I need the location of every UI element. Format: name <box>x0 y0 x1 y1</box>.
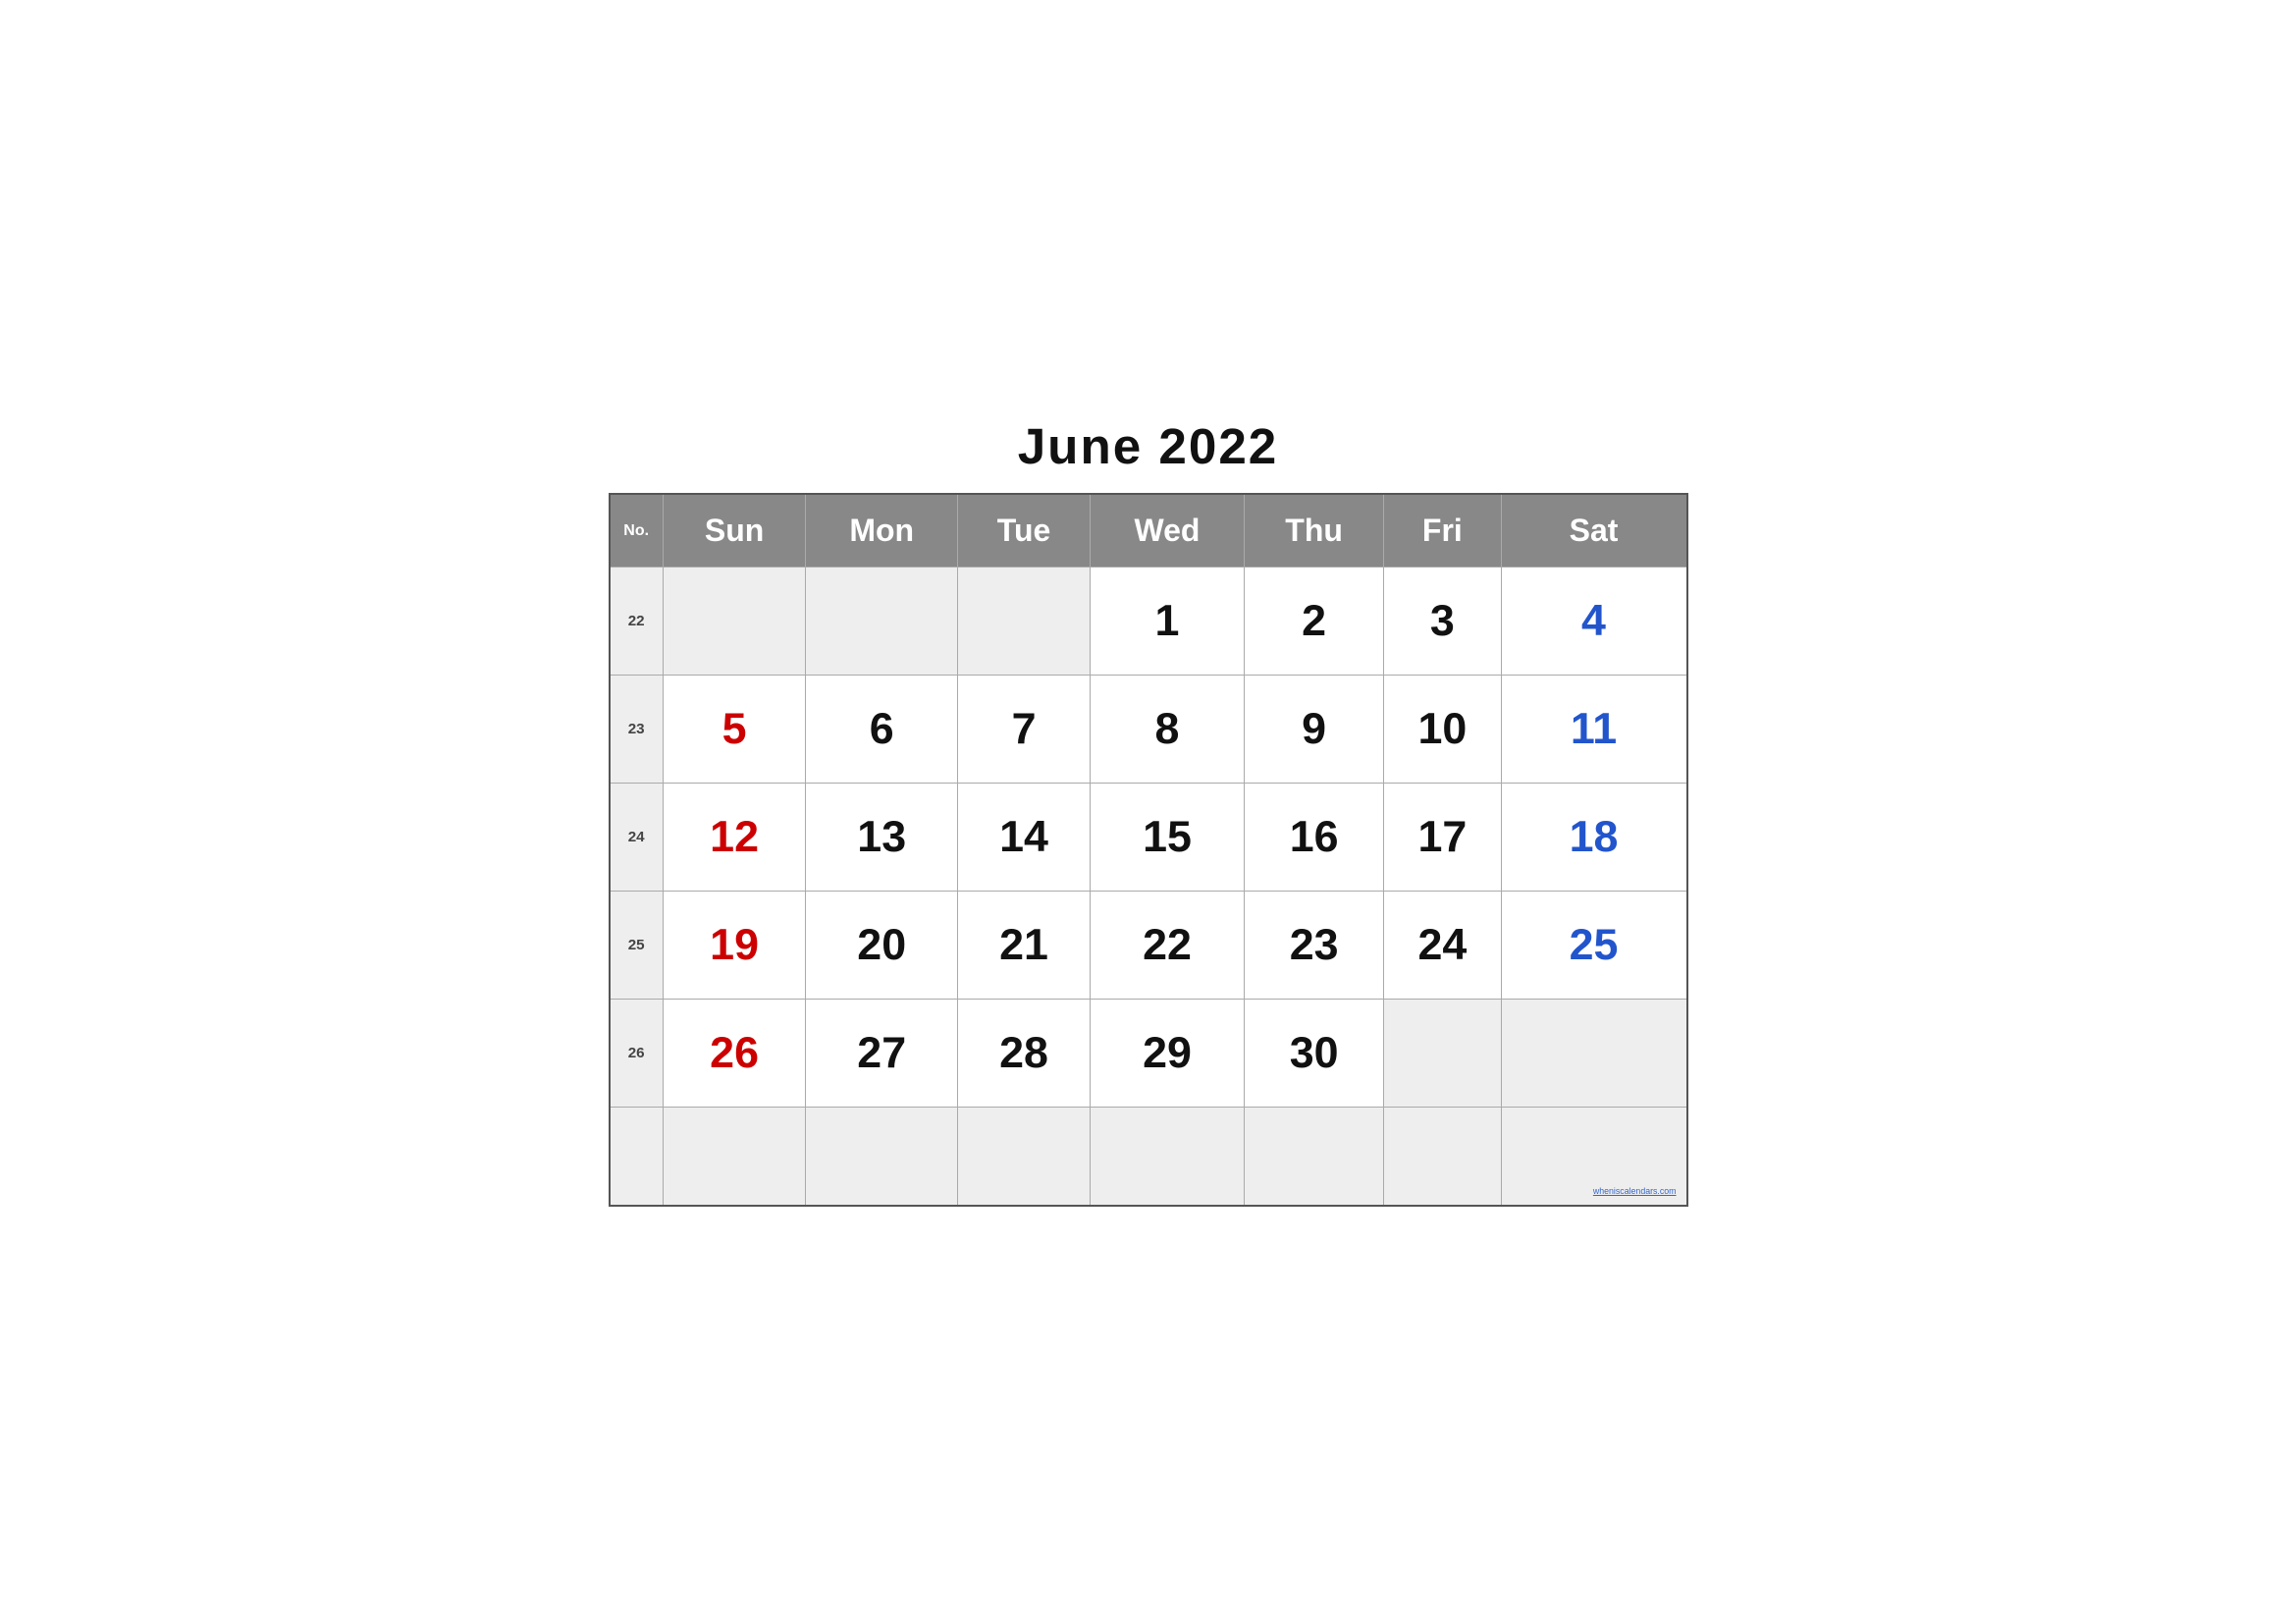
header-tue: Tue <box>958 494 1091 568</box>
calendar-container: June 2022 No. Sun Mon Tue Wed Thu Fri Sa… <box>609 417 1688 1207</box>
day-cell: 19 <box>663 892 805 1000</box>
watermark-cell: wheniscalendars.com <box>1501 1108 1686 1206</box>
day-cell: 3 <box>1384 568 1501 676</box>
week-row-22: 22 1234 <box>610 568 1687 676</box>
week-number-24: 24 <box>610 784 664 892</box>
header-no: No. <box>610 494 664 568</box>
week-number-25: 25 <box>610 892 664 1000</box>
header-mon: Mon <box>806 494 958 568</box>
day-cell: 26 <box>663 1000 805 1108</box>
day-cell: 15 <box>1090 784 1244 892</box>
last-week-no <box>610 1108 664 1206</box>
week-number-26: 26 <box>610 1000 664 1108</box>
day-cell: 4 <box>1501 568 1686 676</box>
day-cell: 9 <box>1245 676 1384 784</box>
day-cell: 16 <box>1245 784 1384 892</box>
day-cell <box>1501 1000 1686 1108</box>
day-cell: 12 <box>663 784 805 892</box>
calendar-table: No. Sun Mon Tue Wed Thu Fri Sat 22123423… <box>609 493 1688 1207</box>
day-cell: 25 <box>1501 892 1686 1000</box>
day-cell: 8 <box>1090 676 1244 784</box>
header-wed: Wed <box>1090 494 1244 568</box>
week-row-24: 2412131415161718 <box>610 784 1687 892</box>
watermark-text: wheniscalendars.com <box>1593 1186 1677 1196</box>
day-cell: 6 <box>806 676 958 784</box>
header-row: No. Sun Mon Tue Wed Thu Fri Sat <box>610 494 1687 568</box>
header-fri: Fri <box>1384 494 1501 568</box>
day-cell: 7 <box>958 676 1091 784</box>
last-row-empty <box>663 1108 805 1206</box>
day-cell: 28 <box>958 1000 1091 1108</box>
last-row-empty <box>1245 1108 1384 1206</box>
day-cell: 24 <box>1384 892 1501 1000</box>
header-sat: Sat <box>1501 494 1686 568</box>
week-row-23: 23567891011 <box>610 676 1687 784</box>
week-row-26: 262627282930 <box>610 1000 1687 1108</box>
day-cell: 29 <box>1090 1000 1244 1108</box>
day-cell: 30 <box>1245 1000 1384 1108</box>
day-cell: 23 <box>1245 892 1384 1000</box>
week-row-25: 2519202122232425 <box>610 892 1687 1000</box>
last-row-empty <box>806 1108 958 1206</box>
day-cell: 27 <box>806 1000 958 1108</box>
day-cell <box>1384 1000 1501 1108</box>
day-cell: 5 <box>663 676 805 784</box>
week-number-22: 22 <box>610 568 664 676</box>
day-cell: 22 <box>1090 892 1244 1000</box>
day-cell: 14 <box>958 784 1091 892</box>
day-cell: 10 <box>1384 676 1501 784</box>
day-cell: 20 <box>806 892 958 1000</box>
calendar-title: June 2022 <box>609 417 1688 475</box>
day-cell: 2 <box>1245 568 1384 676</box>
last-row-empty <box>1090 1108 1244 1206</box>
last-row-empty <box>1384 1108 1501 1206</box>
day-cell: 17 <box>1384 784 1501 892</box>
last-row: wheniscalendars.com <box>610 1108 1687 1206</box>
day-cell: 13 <box>806 784 958 892</box>
header-thu: Thu <box>1245 494 1384 568</box>
day-cell: 18 <box>1501 784 1686 892</box>
day-cell: 1 <box>1090 568 1244 676</box>
day-cell <box>958 568 1091 676</box>
last-row-empty <box>958 1108 1091 1206</box>
week-number-23: 23 <box>610 676 664 784</box>
day-cell <box>806 568 958 676</box>
day-cell: 21 <box>958 892 1091 1000</box>
day-cell <box>663 568 805 676</box>
day-cell: 11 <box>1501 676 1686 784</box>
header-sun: Sun <box>663 494 805 568</box>
